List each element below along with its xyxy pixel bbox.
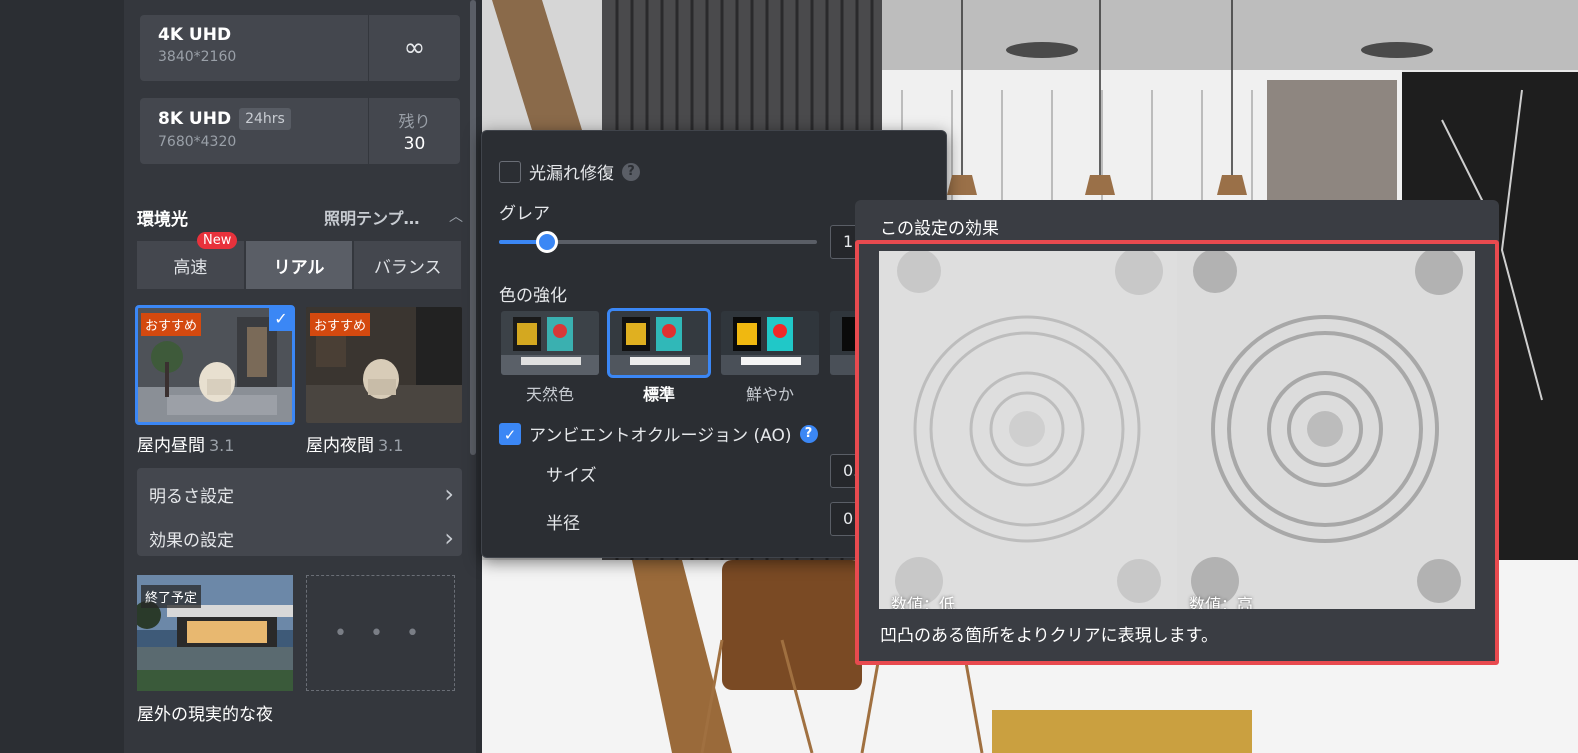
effect-highlight-frame: 数値：低 数値：高 凹凸のある箇所をよりクリアに表現します。 [855,240,1499,665]
setting-effect-tooltip: この設定の効果 数値：低 数値：高 凹凸のある箇所をよりクリアに表現します。 [855,200,1499,665]
effect-settings-label: 効果の設定 [149,530,234,551]
preset-indoor-night-name: 屋内夜間 [306,436,374,456]
ao-comparison-image: 数値：低 数値：高 [879,251,1475,609]
resolution-4k-card[interactable]: 4K UHD 3840*2160 ∞ [140,15,460,81]
ao-radius-label: 半径 [546,514,580,534]
ao-checkbox[interactable]: ✓ [499,422,521,445]
help-icon[interactable]: ? [799,424,818,443]
high-value-label: 数値：高 [1189,595,1254,609]
preset-outdoor-night-thumb[interactable]: 終了予定 [137,575,293,691]
help-icon[interactable]: ? [622,162,640,181]
mode-fast-button[interactable]: 高速 New [137,232,244,289]
remaining-count: 30 [403,134,426,154]
ao-size-label: サイズ [546,466,597,486]
color-vivid-label: 鮮やか [745,385,794,404]
color-natural-image [501,311,599,375]
preset-indoor-day-thumb[interactable]: おすすめ ✓ [135,305,295,425]
resolution-8k-card[interactable]: 8K UHD 24hrs 7680*4320 残り 30 [140,98,460,164]
infinity-icon: ∞ [403,33,426,63]
color-standard-label: 標準 [642,385,675,404]
effect-title: この設定の効果 [880,219,999,239]
ending-soon-badge: 終了予定 [141,585,202,608]
glare-label: グレア [499,204,550,224]
remaining-label: 残り [398,112,431,131]
mode-balance-button[interactable]: バランス [354,241,462,289]
ambient-light-title: 環境光 [137,210,188,230]
ambient-mode-segmented: 高速 New リアル バランス [137,232,462,289]
preset-settings-box: 明るさ設定 › 効果の設定 › [137,468,462,556]
ao-label: アンビエントオクルージョン (AO) [529,426,792,446]
lighting-template-link[interactable]: 照明テンプ… [324,205,420,229]
color-vivid-option[interactable] [721,311,819,375]
check-icon: ✓ [269,307,293,331]
color-vivid-image [721,311,819,375]
sidebar-scrollbar[interactable] [470,0,476,455]
mode-balance-label: バランス [373,257,442,278]
ceiling-medallion-image [879,251,1475,609]
glare-slider-handle[interactable] [536,231,558,253]
mode-fast-label: 高速 [173,257,208,278]
light-leak-row: 光漏れ修復 ? [499,159,640,184]
brightness-settings-label: 明るさ設定 [149,486,234,507]
chevron-right-icon: › [444,480,454,508]
light-leak-checkbox[interactable] [499,160,521,183]
resolution-8k-dims: 7680*4320 [158,134,237,150]
effect-settings-row[interactable]: 効果の設定 › [149,524,454,552]
low-value-label: 数値：低 [891,595,956,609]
chevron-up-icon[interactable]: ︿ [449,206,463,226]
duration-badge: 24hrs [239,108,291,130]
brightness-settings-row[interactable]: 明るさ設定 › [149,480,454,508]
recommended-badge: おすすめ [141,313,202,336]
resolution-8k-title: 8K UHD [158,109,232,129]
resolution-4k-title: 4K UHD [158,25,232,45]
color-standard-option[interactable] [607,308,711,378]
chevron-right-icon: › [444,524,454,552]
color-natural-option[interactable] [501,311,599,375]
new-badge: New [197,232,238,249]
resolution-4k-dims: 3840*2160 [158,49,237,65]
preset-indoor-night-version: 3.1 [378,436,404,455]
color-standard-image [610,311,708,375]
preset-indoor-day-name: 屋内昼間 [137,436,205,456]
preset-indoor-night-thumb[interactable]: おすすめ [306,307,462,423]
preset-indoor-day-version: 3.1 [209,436,235,455]
ao-row: ✓ アンビエントオクルージョン (AO) ? [499,421,818,446]
recommended-badge: おすすめ [310,313,371,336]
mode-real-label: リアル [273,257,325,278]
effect-description: 凹凸のある箇所をよりクリアに表現します。 [880,626,1218,646]
color-enhance-label: 色の強化 [499,286,567,306]
left-rail [0,0,124,753]
mode-real-button[interactable]: リアル [245,241,353,289]
render-settings-sidebar: 4K UHD 3840*2160 ∞ 8K UHD 24hrs 7680*432… [124,0,476,753]
color-natural-label: 天然色 [525,385,574,404]
preset-indoor-day-label: 屋内昼間 3.1 [137,431,234,456]
preset-indoor-night-label: 屋内夜間 3.1 [306,431,403,456]
more-presets-placeholder[interactable]: • • • [306,575,455,691]
light-leak-label: 光漏れ修復 [529,164,614,184]
preset-outdoor-night-label: 屋外の現実的な夜 [137,705,273,725]
